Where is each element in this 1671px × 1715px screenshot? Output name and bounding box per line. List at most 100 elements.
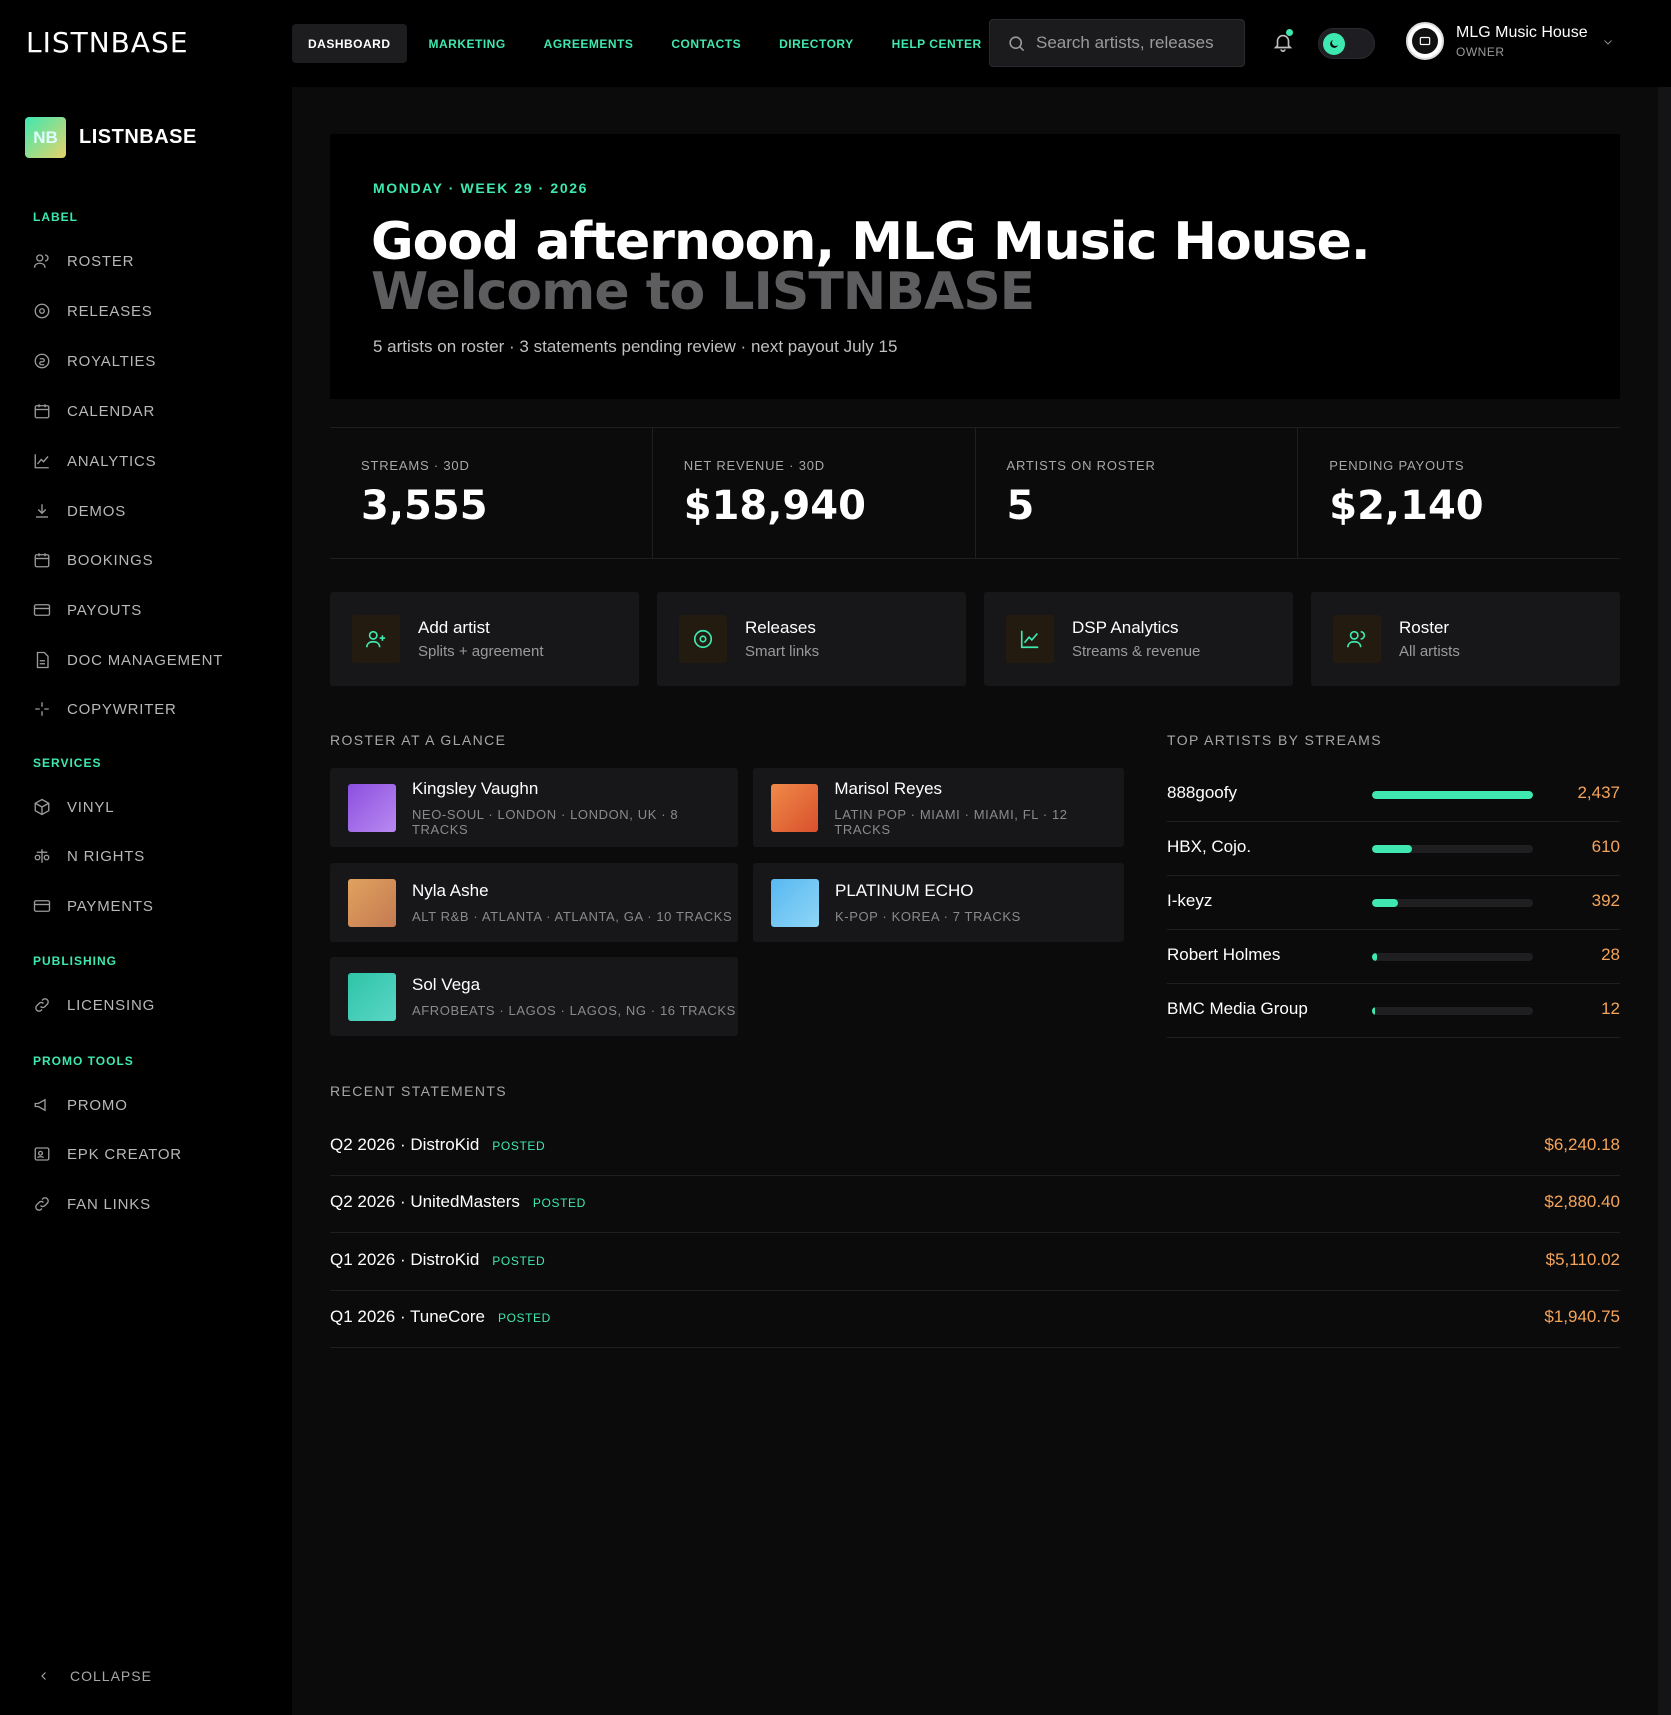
action-title: Add artist bbox=[418, 618, 490, 637]
roster-artist-card[interactable]: Marisol Reyes LATIN POP · MIAMI · MIAMI,… bbox=[753, 768, 1124, 847]
sidebar-item-label: N RIGHTS bbox=[67, 847, 146, 865]
statement-row[interactable]: Q2 2026 · DistroKid POSTED $6,240.18 bbox=[330, 1119, 1620, 1176]
artist-name: Sol Vega bbox=[412, 975, 481, 994]
statement-amount: $5,110.02 bbox=[1545, 1250, 1620, 1269]
box-icon bbox=[34, 798, 50, 816]
dsp-analytics-card[interactable]: DSP Analytics Streams & revenue bbox=[984, 592, 1293, 686]
search-box[interactable] bbox=[989, 19, 1245, 67]
collapse-button[interactable]: COLLAPSE bbox=[38, 1668, 152, 1684]
app-logo[interactable]: LISTNBASE bbox=[26, 26, 189, 59]
artist-name: Nyla Ashe bbox=[412, 881, 489, 900]
top-artist-streams: 2,437 bbox=[1577, 783, 1620, 802]
chevron-left-icon bbox=[41, 1672, 46, 1680]
notification-dot bbox=[1286, 29, 1293, 36]
roster-heading: ROSTER AT A GLANCE bbox=[330, 732, 507, 748]
nav-dashboard[interactable]: DASHBOARD bbox=[292, 24, 407, 63]
roster-artist-card[interactable]: Kingsley Vaughn NEO-SOUL · LONDON · LOND… bbox=[330, 768, 738, 847]
stat-value: 3,555 bbox=[361, 483, 488, 529]
top-nav: DASHBOARD MARKETING AGREEMENTS CONTACTS … bbox=[292, 24, 1004, 63]
action-subtitle: Smart links bbox=[745, 643, 820, 660]
hero-date: MONDAY · WEEK 29 · 2026 bbox=[373, 180, 588, 196]
section-label-services: SERVICES bbox=[33, 756, 102, 770]
streams-bar bbox=[1372, 899, 1533, 907]
sidebar-item-payments[interactable]: PAYMENTS bbox=[33, 894, 154, 918]
roster-artist-card[interactable]: PLATINUM ECHO K-POP · KOREA · 7 TRACKS bbox=[753, 863, 1124, 942]
chevron-down-icon[interactable] bbox=[1602, 36, 1614, 48]
action-subtitle: Splits + agreement bbox=[418, 643, 544, 660]
nav-help-center[interactable]: HELP CENTER bbox=[876, 24, 998, 63]
theme-toggle[interactable] bbox=[1318, 28, 1375, 59]
top-artist-row[interactable]: I-keyz 392 bbox=[1167, 876, 1620, 930]
artist-thumbnail bbox=[771, 783, 819, 832]
top-artists-heading: TOP ARTISTS BY STREAMS bbox=[1167, 732, 1382, 748]
top-artist-row[interactable]: BMC Media Group 12 bbox=[1167, 984, 1620, 1038]
user-name: MLG Music House bbox=[1456, 23, 1588, 41]
top-artist-streams: 12 bbox=[1601, 999, 1620, 1018]
sidebar-item-payouts[interactable]: PAYOUTS bbox=[33, 598, 142, 622]
sidebar-item-promo[interactable]: PROMO bbox=[33, 1093, 128, 1117]
search-input[interactable] bbox=[1036, 33, 1226, 53]
sidebar-item-analytics[interactable]: ANALYTICS bbox=[33, 449, 156, 473]
status-badge: POSTED bbox=[492, 1254, 546, 1268]
stat-net-revenue: NET REVENUE · 30D $18,940 bbox=[653, 428, 976, 558]
top-artist-row[interactable]: Robert Holmes 28 bbox=[1167, 930, 1620, 984]
top-artist-name: Robert Holmes bbox=[1167, 945, 1281, 964]
sparkle-icon bbox=[35, 702, 49, 716]
sidebar-item-label: RELEASES bbox=[67, 302, 153, 320]
stat-value: $2,140 bbox=[1329, 483, 1484, 529]
action-subtitle: All artists bbox=[1399, 643, 1460, 660]
disc-icon bbox=[34, 303, 50, 319]
top-artist-row[interactable]: 888goofy 2,437 bbox=[1167, 768, 1620, 822]
status-badge: POSTED bbox=[497, 1311, 551, 1325]
nav-agreements[interactable]: AGREEMENTS bbox=[528, 24, 650, 63]
sidebar-item-label: PAYOUTS bbox=[67, 601, 143, 619]
nav-directory[interactable]: DIRECTORY bbox=[763, 24, 870, 63]
card-icon bbox=[33, 604, 51, 616]
roster-card[interactable]: Roster All artists bbox=[1311, 592, 1620, 686]
statement-name: Q2 2026 · DistroKid bbox=[330, 1135, 480, 1154]
user-plus-icon bbox=[352, 615, 400, 663]
artist-thumbnail bbox=[348, 783, 396, 832]
sidebar-item-vinyl[interactable]: VINYL bbox=[33, 795, 114, 819]
add-artist-card[interactable]: Add artist Splits + agreement bbox=[330, 592, 639, 686]
top-artist-name: 888goofy bbox=[1167, 783, 1237, 802]
sidebar-item-demos[interactable]: DEMOS bbox=[33, 499, 126, 523]
sidebar-item-label: LICENSING bbox=[67, 996, 156, 1014]
sidebar-item-n-rights[interactable]: N RIGHTS bbox=[33, 844, 145, 868]
top-artist-row[interactable]: HBX, Cojo. 610 bbox=[1167, 822, 1620, 876]
scrollbar[interactable] bbox=[1658, 87, 1671, 1715]
notifications-button[interactable] bbox=[1272, 29, 1294, 59]
stats-row: STREAMS · 30D 3,555 NET REVENUE · 30D $1… bbox=[330, 427, 1620, 559]
sidebar-item-licensing[interactable]: LICENSING bbox=[33, 993, 155, 1017]
sidebar-item-royalties[interactable]: ROYALTIES bbox=[33, 349, 156, 373]
sidebar-item-label: ANALYTICS bbox=[67, 452, 157, 470]
user-menu[interactable]: MLG Music House OWNER bbox=[1406, 22, 1588, 60]
statement-name: Q1 2026 · DistroKid bbox=[330, 1250, 480, 1269]
statement-row[interactable]: Q2 2026 · UnitedMasters POSTED $2,880.40 bbox=[330, 1176, 1620, 1233]
statement-row[interactable]: Q1 2026 · TuneCore POSTED $1,940.75 bbox=[330, 1291, 1620, 1348]
sidebar-item-fan-links[interactable]: FAN LINKS bbox=[33, 1192, 151, 1216]
sidebar-item-epk-creator[interactable]: EPK CREATOR bbox=[33, 1142, 182, 1166]
sidebar-item-roster[interactable]: ROSTER bbox=[33, 249, 134, 273]
top-artist-streams: 392 bbox=[1591, 891, 1620, 910]
sidebar-item-bookings[interactable]: BOOKINGS bbox=[33, 548, 153, 572]
nav-marketing[interactable]: MARKETING bbox=[413, 24, 522, 63]
search-icon bbox=[1009, 36, 1025, 52]
sidebar-item-label: DOC MANAGEMENT bbox=[67, 651, 224, 669]
sidebar-item-releases[interactable]: RELEASES bbox=[33, 299, 153, 323]
roster-artist-card[interactable]: Nyla Ashe ALT R&B · ATLANTA · ATLANTA, G… bbox=[330, 863, 738, 942]
statement-row[interactable]: Q1 2026 · DistroKid POSTED $5,110.02 bbox=[330, 1234, 1620, 1291]
document-icon bbox=[36, 651, 49, 669]
sidebar-item-doc-management[interactable]: DOC MANAGEMENT bbox=[33, 648, 223, 672]
statement-name: Q2 2026 · UnitedMasters bbox=[330, 1192, 520, 1211]
roster-artist-card[interactable]: Sol Vega AFROBEATS · LAGOS · LAGOS, NG ·… bbox=[330, 957, 738, 1036]
releases-card[interactable]: Releases Smart links bbox=[657, 592, 966, 686]
sidebar-item-copywriter[interactable]: COPYWRITER bbox=[33, 697, 177, 721]
download-icon bbox=[36, 504, 48, 518]
sidebar-item-calendar[interactable]: CALENDAR bbox=[33, 399, 155, 423]
sidebar-item-label: FAN LINKS bbox=[67, 1195, 151, 1213]
nav-contacts[interactable]: CONTACTS bbox=[655, 24, 757, 63]
section-label-publishing: PUBLISHING bbox=[33, 954, 118, 968]
sidebar-item-label: COPYWRITER bbox=[67, 700, 177, 718]
sidebar-brand[interactable]: NB LISTNBASE bbox=[25, 117, 197, 158]
